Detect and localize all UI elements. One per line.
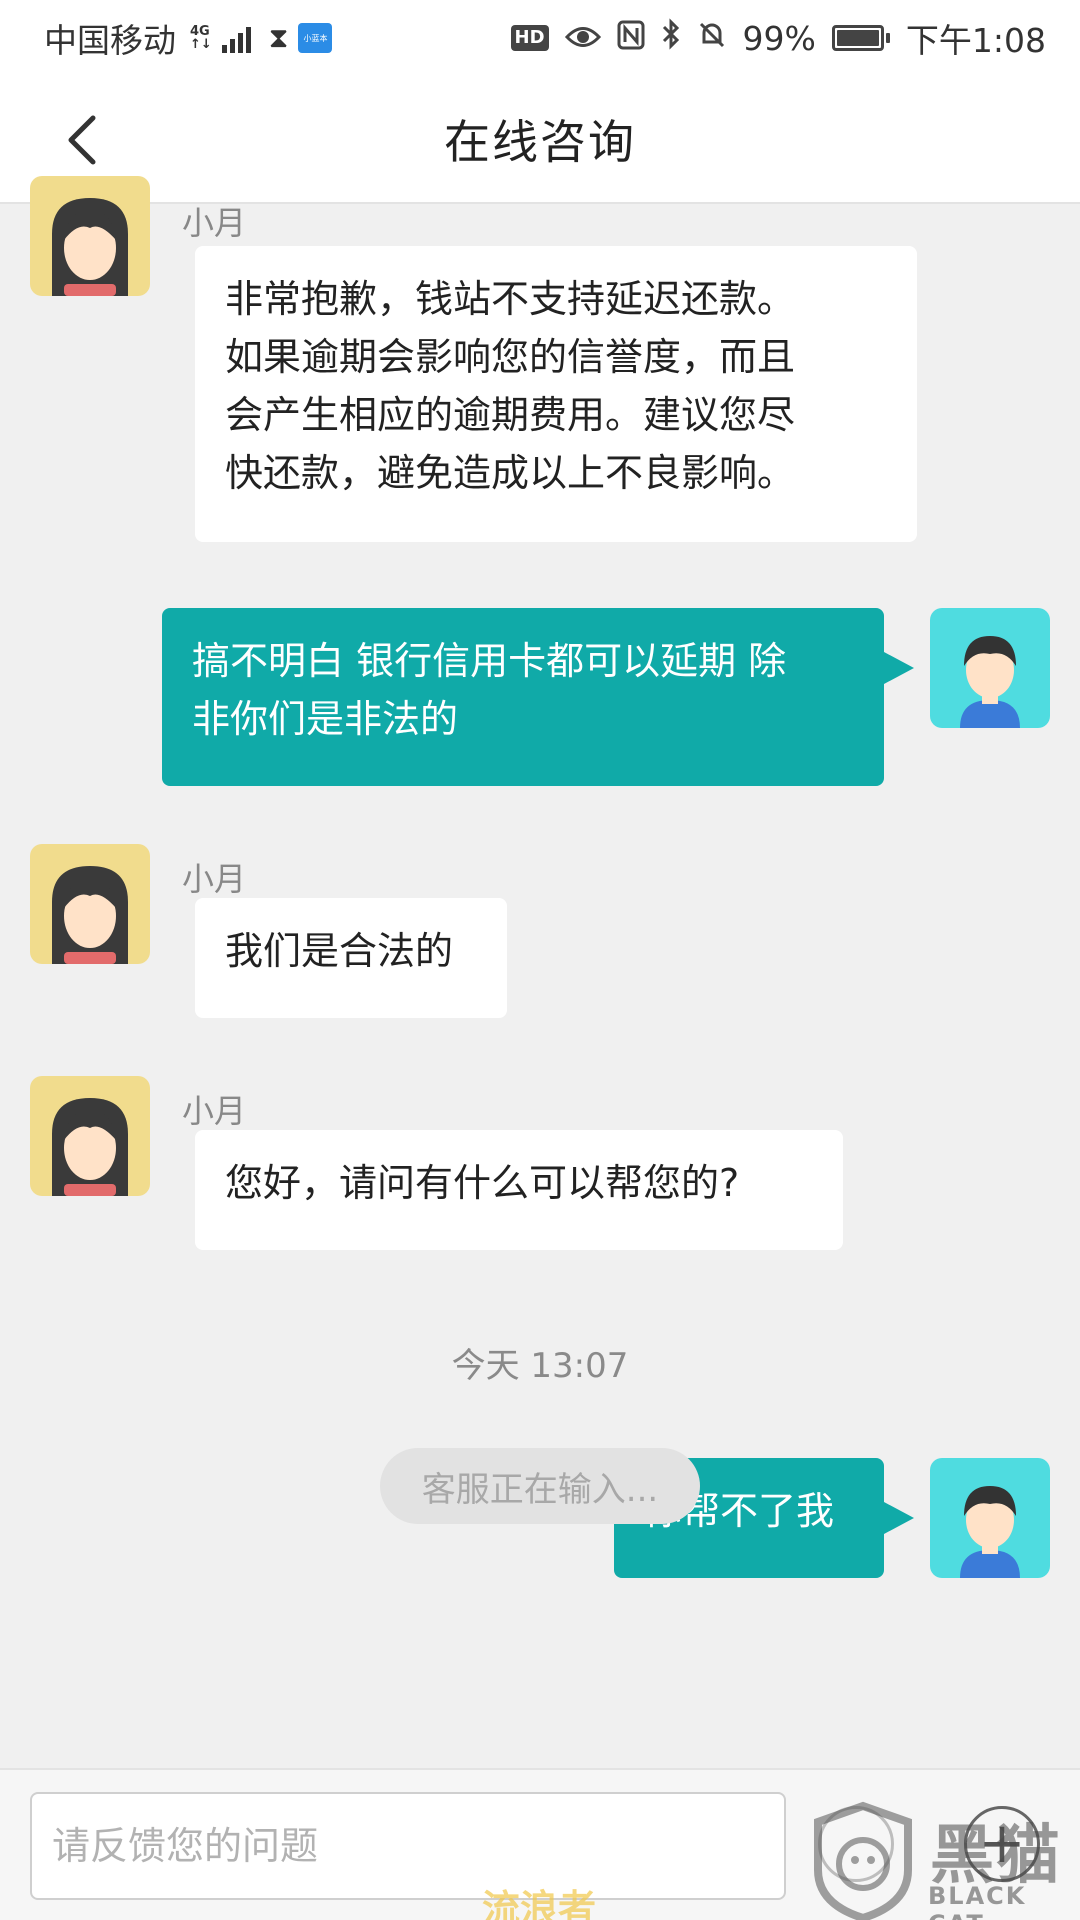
agent-avatar[interactable] xyxy=(30,176,150,296)
network-type-label: 4G ↑↓ xyxy=(190,24,212,52)
eye-icon xyxy=(564,19,601,58)
app-header: 在线咨询 xyxy=(0,76,1080,204)
clock: 下午1:08 xyxy=(905,21,1046,60)
signal-icon xyxy=(221,23,251,53)
feedback-input[interactable] xyxy=(30,1792,786,1900)
add-attachment-button[interactable]: + xyxy=(964,1806,1040,1882)
battery-percent: 99% xyxy=(742,18,816,58)
watermark-overlay-text: 流浪者 xyxy=(482,1887,597,1920)
message-bubble-incoming[interactable]: 非常抱歉，钱站不支持延迟还款。 如果逾期会影响您的信誉度，而且 会产生相应的逾期… xyxy=(195,246,917,542)
agent-avatar[interactable] xyxy=(30,1076,150,1196)
message-line: 快还款，避免造成以上不良影响。 xyxy=(225,451,796,495)
message-list[interactable]: 小月 非常抱歉，钱站不支持延迟还款。 如果逾期会影响您的信誉度，而且 会产生相应… xyxy=(0,176,1080,1766)
mute-bell-icon xyxy=(697,19,727,58)
app-notification-icon: 小蓝本 xyxy=(298,23,333,53)
sender-name: 小月 xyxy=(182,204,247,242)
message-bubble-incoming[interactable]: 我们是合法的 xyxy=(195,898,507,1018)
chevron-left-icon xyxy=(68,115,96,165)
typing-indicator: 客服正在输入... xyxy=(380,1448,700,1524)
hd-icon: HD xyxy=(510,25,549,51)
hourglass-icon: ⧗ xyxy=(268,21,289,54)
user-avatar[interactable] xyxy=(930,1458,1050,1578)
message-bubble-incoming[interactable]: 您好，请问有什么可以帮您的? xyxy=(195,1130,843,1250)
sender-name: 小月 xyxy=(182,860,247,898)
message-line: 非你们是非法的 xyxy=(192,697,459,741)
nfc-icon xyxy=(617,19,645,58)
chat-screen: 中国移动 4G ↑↓ ⧗ 小蓝本 HD 99% 下午1:08 在线咨询 小月 非… xyxy=(0,0,1080,1920)
message-timestamp: 今天 13:07 xyxy=(451,1346,629,1386)
message-line: 搞不明白 银行信用卡都可以延期 除 xyxy=(192,639,787,683)
carrier-label: 中国移动 xyxy=(44,21,176,60)
message-bubble-outgoing[interactable]: 搞不明白 银行信用卡都可以延期 除 非你们是非法的 xyxy=(162,608,914,786)
emoji-button[interactable] xyxy=(818,1806,894,1882)
battery-icon xyxy=(831,25,890,51)
page-title: 在线咨询 xyxy=(444,115,636,169)
message-line: 非常抱歉，钱站不支持延迟还款。 xyxy=(225,277,796,321)
message-line: 如果逾期会影响您的信誉度，而且 xyxy=(225,335,796,379)
bluetooth-icon xyxy=(661,18,681,58)
message-line: 您好，请问有什么可以帮您的? xyxy=(225,1161,740,1205)
sender-name: 小月 xyxy=(182,1092,247,1130)
message-line: 会产生相应的逾期费用。建议您尽 xyxy=(225,393,796,437)
agent-avatar[interactable] xyxy=(30,844,150,964)
status-bar: 中国移动 4G ↑↓ ⧗ 小蓝本 HD 99% 下午1:08 xyxy=(0,0,1080,76)
user-avatar[interactable] xyxy=(930,608,1050,728)
message-line: 我们是合法的 xyxy=(225,929,454,973)
back-button[interactable] xyxy=(52,108,112,172)
